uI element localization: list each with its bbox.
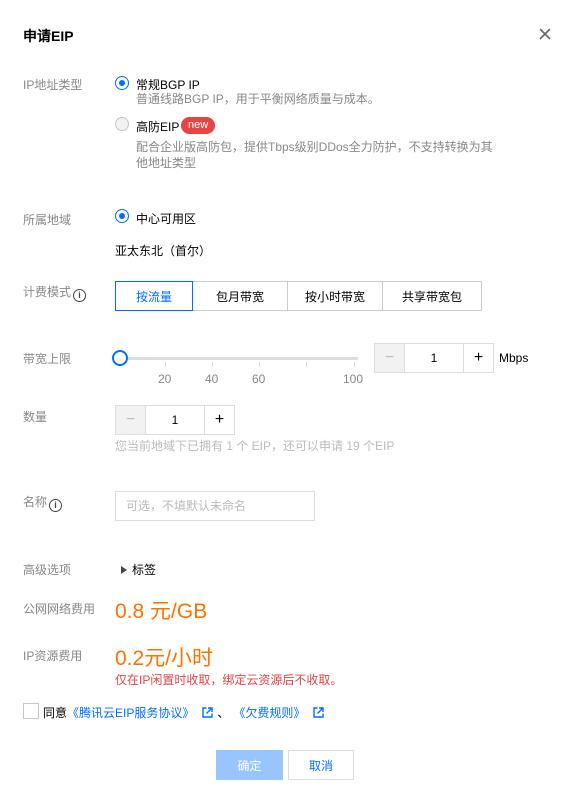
quantity-hint: 您当前地域下已拥有 1 个 EIP，还可以申请 19 个EIP <box>115 439 395 453</box>
agreement-text: 同意 《腾讯云EIP服务协议》 、 《欠费规则》 <box>43 704 328 721</box>
dialog-title: 申请EIP <box>23 28 74 44</box>
cancel-button[interactable]: 取消 <box>288 750 354 780</box>
name-label: 名称 i <box>23 493 63 512</box>
anti-ddos-eip-desc-1: 配合企业版高防包，提供Tbps级别DDos全力防护，不支持转换为其 <box>136 140 493 154</box>
slider-tick <box>259 362 260 367</box>
confirm-button[interactable]: 确定 <box>216 750 283 780</box>
radio-central-zone[interactable] <box>115 209 129 223</box>
billing-label-text: 计费模式 <box>23 285 72 299</box>
central-zone-title[interactable]: 中心可用区 <box>136 210 196 227</box>
slider-tick-label: 100 <box>343 372 364 386</box>
bandwidth-stepper: − 1 + <box>374 343 494 373</box>
network-fee-price: 0.8 元/GB <box>115 600 208 623</box>
ip-fee-label: IP资源费用 <box>23 649 83 663</box>
ip-fee-note: 仅在IP闲置时收取，绑定云资源后不收取。 <box>115 673 343 687</box>
tags-toggle-label: 标签 <box>132 563 157 577</box>
billing-mode-tabs: 按流量 包月带宽 按小时带宽 共享带宽包 <box>115 281 482 311</box>
radio-anti-ddos-eip[interactable] <box>115 117 129 131</box>
arrears-rules-link[interactable]: 《欠费规则》 <box>233 704 305 721</box>
billing-option-traffic[interactable]: 按流量 <box>115 281 193 311</box>
network-fee-label: 公网网络费用 <box>23 602 96 616</box>
name-input[interactable] <box>115 491 315 521</box>
billing-option-monthly[interactable]: 包月带宽 <box>192 281 288 311</box>
quantity-stepper: − 1 + <box>115 405 235 435</box>
bgp-ip-desc: 普通线路BGP IP，用于平衡网络质量与成本。 <box>136 92 380 106</box>
bandwidth-slider-handle[interactable] <box>112 350 128 366</box>
quantity-decrement-button[interactable]: − <box>116 406 145 434</box>
ip-type-label: IP地址类型 <box>23 78 83 92</box>
caret-right-icon <box>121 565 127 574</box>
quantity-value[interactable]: 1 <box>145 406 205 434</box>
region-label: 所属地域 <box>23 213 72 227</box>
tags-toggle[interactable]: 标签 <box>120 561 156 578</box>
slider-tick-label: 20 <box>158 372 172 386</box>
slider-tick <box>165 362 166 367</box>
slider-tick-label: 60 <box>252 372 266 386</box>
external-link-icon[interactable] <box>202 707 214 718</box>
eip-agreement-link[interactable]: 《腾讯云EIP服务协议》 <box>67 704 194 721</box>
region-value: 亚太东北（首尔） <box>115 244 212 258</box>
advanced-label: 高级选项 <box>23 563 72 577</box>
anti-ddos-eip-title[interactable]: 高防EIP <box>136 118 179 135</box>
quantity-label: 数量 <box>23 410 48 424</box>
bandwidth-value[interactable]: 1 <box>404 344 464 372</box>
bandwidth-slider-track[interactable] <box>120 357 358 360</box>
billing-option-shared[interactable]: 共享带宽包 <box>382 281 482 311</box>
info-icon[interactable]: i <box>73 289 87 302</box>
new-badge: new <box>181 117 216 134</box>
bandwidth-increment-button[interactable]: + <box>464 344 493 372</box>
bandwidth-label: 带宽上限 <box>23 352 72 366</box>
agree-checkbox[interactable] <box>23 703 39 719</box>
ip-fee-price: 0.2元/小时 <box>115 647 214 670</box>
billing-option-hourly[interactable]: 按小时带宽 <box>287 281 383 311</box>
external-link-icon[interactable] <box>313 707 325 718</box>
slider-tick <box>354 362 355 367</box>
bandwidth-unit: Mbps <box>499 351 529 365</box>
name-label-text: 名称 <box>23 495 48 509</box>
slider-tick-label: 40 <box>205 372 219 386</box>
slider-tick <box>306 362 307 367</box>
agreement-prefix: 同意 <box>43 706 68 720</box>
billing-label: 计费模式 i <box>23 283 87 302</box>
close-icon[interactable] <box>537 26 553 42</box>
quantity-increment-button[interactable]: + <box>205 406 234 434</box>
bandwidth-decrement-button[interactable]: − <box>375 344 404 372</box>
radio-bgp-ip[interactable] <box>115 76 129 90</box>
slider-tick <box>212 362 213 367</box>
info-icon[interactable]: i <box>49 499 63 512</box>
agreement-separator: 、 <box>217 706 230 720</box>
anti-ddos-eip-desc-2: 他地址类型 <box>136 156 197 170</box>
